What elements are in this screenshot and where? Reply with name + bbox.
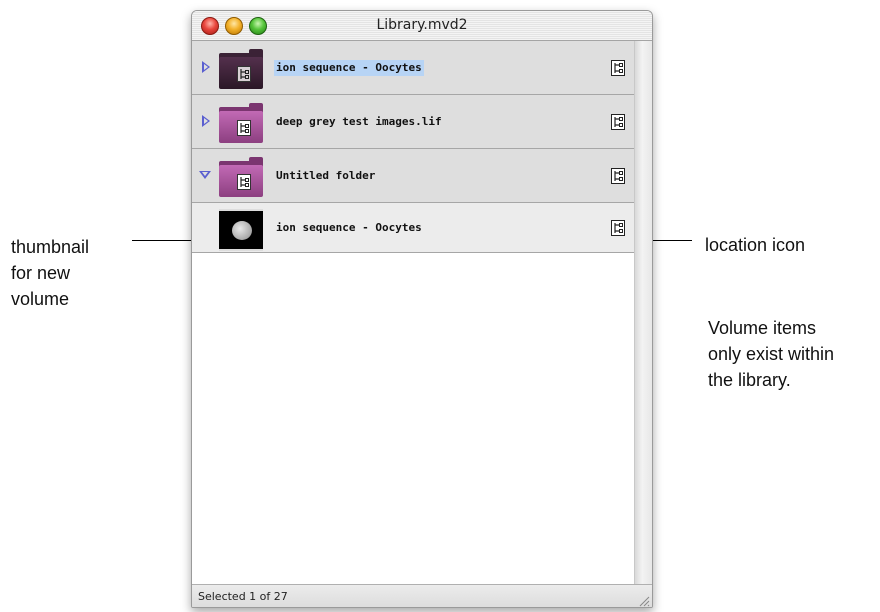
list-item-label[interactable]: Untitled folder <box>274 168 377 184</box>
list-item-label[interactable]: deep grey test images.lif <box>274 114 444 130</box>
window-title: Library.mvd2 <box>376 17 468 33</box>
location-icon[interactable] <box>611 114 625 130</box>
list-item-volume[interactable]: ion sequence - Oocytes <box>192 203 634 253</box>
list-item-label[interactable]: ion sequence - Oocytes <box>274 60 424 76</box>
volume-note-line-1: Volume items <box>708 318 817 338</box>
status-text: Selected 1 of 27 <box>198 590 288 603</box>
list-item-label[interactable]: ion sequence - Oocytes <box>274 220 424 236</box>
thumbnail-annotation-line-2: for new <box>11 263 71 283</box>
folder-icon <box>219 49 263 89</box>
status-bar: Selected 1 of 27 <box>192 584 652 607</box>
location-icon[interactable] <box>611 168 625 184</box>
list-item[interactable]: deep grey test images.lif <box>192 95 634 149</box>
location-icon-annotation: location icon <box>705 235 806 255</box>
volume-note-line-2: only exist within <box>708 344 835 364</box>
vertical-scrollbar[interactable] <box>634 41 652 584</box>
location-badge-icon <box>237 66 251 82</box>
location-badge-icon <box>237 120 251 136</box>
title-bar[interactable]: Library.mvd2 <box>192 11 652 41</box>
list-item[interactable]: Untitled folder <box>192 149 634 203</box>
folder-icon <box>219 103 263 143</box>
list-item[interactable]: ion sequence - Oocytes <box>192 41 634 95</box>
thumbnail-annotation-line-1: thumbnail <box>11 237 90 257</box>
folder-icon <box>219 157 263 197</box>
volume-note-line-3: the library. <box>708 370 791 390</box>
volume-note-annotation: Volume items only exist within the libra… <box>708 315 834 393</box>
location-icon[interactable] <box>611 60 625 76</box>
resize-grip-icon[interactable] <box>638 594 650 607</box>
library-list: ion sequence - Oocytes deep grey test im… <box>192 41 634 584</box>
library-window: Library.mvd2 ion sequence - Oocytes deep… <box>191 10 653 608</box>
location-badge-icon <box>237 174 251 190</box>
volume-thumbnail <box>219 209 263 251</box>
thumbnail-annotation: thumbnail for new volume <box>11 234 89 312</box>
location-icon[interactable] <box>611 220 625 236</box>
thumbnail-annotation-line-3: volume <box>11 289 70 309</box>
